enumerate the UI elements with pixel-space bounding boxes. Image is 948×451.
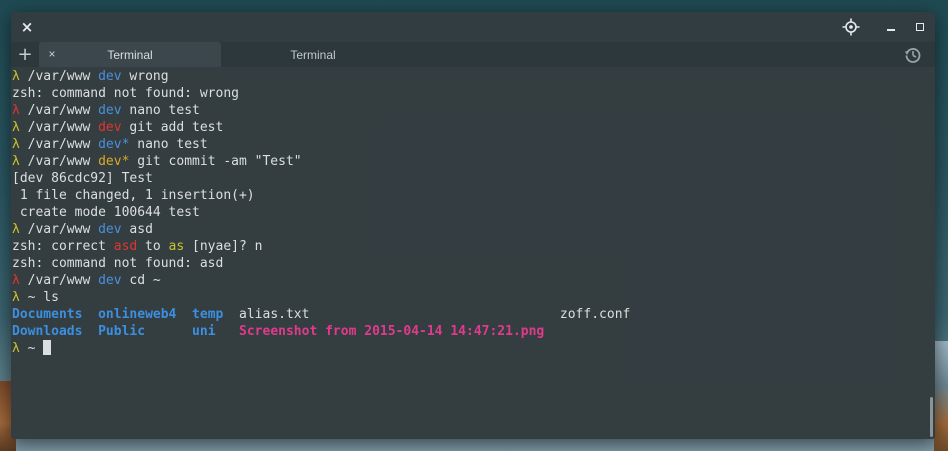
terminal-text: /var/www <box>27 222 99 237</box>
terminal-line: λ /var/www dev cd ~ <box>12 272 630 289</box>
cursor <box>43 340 52 355</box>
terminal-text: /var/www <box>27 273 99 288</box>
terminal-text: zsh: command not found: asd <box>12 256 224 271</box>
terminal-text: Public <box>98 324 146 339</box>
terminal-text: 1 file changed, 1 insertion(+) <box>12 188 255 203</box>
title-bar: × <box>11 12 935 42</box>
terminal-text: λ <box>12 137 28 152</box>
terminal-text: /var/www <box>27 120 99 135</box>
terminal-line: zsh: command not found: wrong <box>12 85 630 102</box>
add-tab-icon[interactable]: + <box>15 44 35 65</box>
terminal-text: /var/www <box>27 69 99 84</box>
tab-label: Terminal <box>290 47 336 62</box>
terminal-text: dev <box>98 103 122 118</box>
terminal-text: λ <box>12 290 28 305</box>
terminal-text: dev <box>98 69 122 84</box>
terminal-text: dev* <box>98 154 130 169</box>
terminal-line: λ /var/www dev wrong <box>12 68 630 85</box>
terminal-text: create mode 100644 test <box>12 205 200 220</box>
terminal-text: [nyae]? n <box>184 239 263 254</box>
terminal-line: λ /var/www dev nano test <box>12 102 630 119</box>
terminal-text: Documents <box>12 307 83 322</box>
terminal-text: git add test <box>121 120 224 135</box>
terminal-line: λ /var/www dev asd <box>12 221 630 238</box>
tab-terminal-2[interactable]: Terminal <box>223 42 403 67</box>
terminal-output[interactable]: λ /var/www dev wrong zsh: command not fou… <box>11 67 935 439</box>
close-icon[interactable]: × <box>17 17 37 37</box>
terminal-text: git commit -am "Test" <box>129 154 302 169</box>
terminal-text: uni <box>192 324 216 339</box>
terminal-line: λ ~ <box>12 340 630 357</box>
scrollbar[interactable] <box>930 397 933 437</box>
terminal-line: λ /var/www dev git add test <box>12 119 630 136</box>
terminal-text: λ <box>12 273 28 288</box>
terminal-line: Downloads Public uni Screenshot from 201… <box>12 323 630 340</box>
terminal-text: zsh: correct <box>12 239 114 254</box>
tab-label: Terminal <box>107 47 153 62</box>
terminal-text: as <box>168 239 185 254</box>
terminal-line: λ ~ ls <box>12 289 630 306</box>
minimize-icon[interactable] <box>883 18 899 36</box>
terminal-text: nano test <box>129 137 208 152</box>
terminal-text: dev <box>98 273 122 288</box>
terminal-line: λ /var/www dev* nano test <box>12 136 630 153</box>
maximize-icon[interactable] <box>912 18 928 36</box>
terminal-line: 1 file changed, 1 insertion(+) <box>12 187 630 204</box>
terminal-text: λ <box>12 120 28 135</box>
history-icon[interactable] <box>903 45 923 65</box>
terminal-text: [dev 86cdc92] Test <box>12 171 153 186</box>
terminal-line: create mode 100644 test <box>12 204 630 221</box>
terminal-text: dev <box>98 120 122 135</box>
terminal-line: zsh: correct asd to as [nyae]? n <box>12 238 630 255</box>
terminal-window: × + × Terminal Terminal λ /var/www dev w… <box>11 12 935 439</box>
terminal-text: Downloads <box>12 324 83 339</box>
tab-terminal-1[interactable]: × Terminal <box>39 42 221 67</box>
terminal-text: /var/www <box>27 137 99 152</box>
terminal-text: nano test <box>121 103 200 118</box>
terminal-text: λ <box>12 69 28 84</box>
terminal-text: λ <box>12 154 28 169</box>
terminal-text: λ <box>12 341 28 356</box>
terminal-text: asd <box>121 222 153 237</box>
terminal-line: [dev 86cdc92] Test <box>12 170 630 187</box>
terminal-text: dev <box>98 222 122 237</box>
terminal-text: /var/www <box>27 154 99 169</box>
terminal-text: asd <box>113 239 138 254</box>
terminal-text: wrong <box>121 69 169 84</box>
terminal-text: ~ <box>27 341 44 356</box>
terminal-text: temp <box>192 307 224 322</box>
terminal-text: dev* <box>98 137 130 152</box>
tab-close-icon[interactable]: × <box>45 47 59 61</box>
terminal-text: onlineweb4 <box>98 307 177 322</box>
crosshair-icon[interactable] <box>841 17 861 37</box>
tab-bar: + × Terminal Terminal <box>11 42 935 67</box>
terminal-text: ~ ls <box>27 290 59 305</box>
terminal-text: to <box>137 239 169 254</box>
terminal-line: λ /var/www dev* git commit -am "Test" <box>12 153 630 170</box>
terminal-text: alias.txt zoff.conf <box>223 307 631 322</box>
terminal-text: λ <box>12 222 28 237</box>
desktop-wallpaper-right <box>934 341 948 451</box>
terminal-line: zsh: command not found: asd <box>12 255 630 272</box>
terminal-line: Documents onlineweb4 temp alias.txt zoff… <box>12 306 630 323</box>
terminal-text: zsh: command not found: wrong <box>12 86 239 101</box>
terminal-text: cd ~ <box>121 273 161 288</box>
terminal-text: Screenshot from 2015-04-14 14:47:21.png <box>239 324 545 339</box>
terminal-text: /var/www <box>27 103 99 118</box>
terminal-text: λ <box>12 103 28 118</box>
terminal-lines: λ /var/www dev wrong zsh: command not fou… <box>12 68 630 357</box>
